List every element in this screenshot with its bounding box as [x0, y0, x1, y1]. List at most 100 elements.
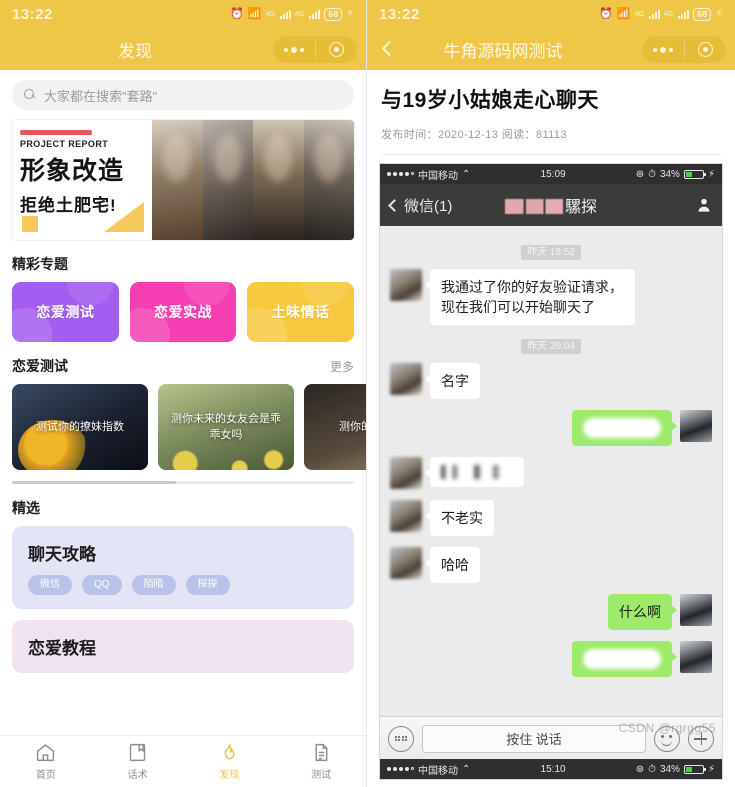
tab-scripts[interactable]: 话术 — [92, 742, 184, 781]
banner-text-block: PROJECT REPORT 形象改造 拒绝土肥宅! — [12, 120, 152, 240]
wechat-back-button[interactable]: 微信(1) — [388, 195, 453, 216]
avatar[interactable] — [680, 594, 712, 626]
tab-label: 测试 — [311, 770, 332, 781]
topic-card-list: 恋爱测试 恋爱实战 土味情话 — [0, 282, 366, 342]
horizontal-scrollbar[interactable] — [12, 481, 354, 484]
wechat-carrier: 中国移动 — [418, 765, 458, 777]
message-row-incoming: 我通过了你的好友验证请求，现在我们可以开始聊天了 — [390, 269, 712, 325]
featured-card-chat-guide[interactable]: 聊天攻略 微信 QQ 陌陌 探探 — [12, 526, 354, 609]
more-link[interactable]: 更多 — [330, 358, 354, 375]
test-card-0[interactable]: 测试你的撩妹指数 — [12, 384, 148, 470]
banner-accent-line — [20, 130, 92, 135]
search-section: 大家都在搜索"套路" — [0, 70, 366, 116]
close-target-icon[interactable] — [316, 42, 358, 57]
alarm-icon: ⏱ — [648, 763, 656, 775]
test-card-1[interactable]: 测你未来的女友会是乖乖女吗 — [158, 384, 294, 470]
message-row-outgoing — [390, 410, 712, 446]
tab-discover[interactable]: 发现 — [184, 742, 276, 781]
message-bubble[interactable]: 我通过了你的好友验证请求，现在我们可以开始聊天了 — [425, 269, 635, 325]
topic-label: 土味情话 — [271, 304, 330, 320]
test-card-2[interactable]: 测你的异性缘 — [304, 384, 366, 470]
miniprogram-capsule[interactable] — [641, 35, 727, 64]
wechat-status-bar: 中国移动 ⌃ 15:09 ⊛ ⏱ 34% ⚡ — [380, 164, 722, 184]
back-button[interactable] — [377, 38, 399, 60]
featured-card-partial[interactable]: 恋爱教程 — [12, 620, 354, 673]
timestamp-text: 昨天 18:52 — [521, 245, 581, 260]
topic-card-0[interactable]: 恋爱测试 — [12, 282, 119, 342]
message-bubble[interactable]: 名字 — [425, 363, 480, 399]
search-input[interactable]: 大家都在搜索"套路" — [12, 80, 354, 110]
more-menu-icon[interactable] — [642, 46, 684, 53]
blurred-content — [441, 465, 513, 479]
network-label-2: 4G — [294, 10, 305, 18]
avatar[interactable] — [390, 547, 422, 579]
test-card-label: 测试你的撩妹指数 — [36, 421, 124, 433]
promo-banner[interactable]: PROJECT REPORT 形象改造 拒绝土肥宅! — [12, 120, 354, 240]
article-content-area: 与19岁小姑娘走心聊天 发布时间：2020-12-13 阅读：81113 中国移… — [367, 70, 735, 787]
banner-photo-strip — [152, 120, 354, 240]
network-label-1: 4G — [265, 10, 275, 18]
hold-to-talk-button[interactable]: 按住 说话 — [422, 724, 646, 753]
search-placeholder: 大家都在搜索"套路" — [44, 88, 158, 104]
banner-photo — [303, 120, 354, 240]
message-bubble[interactable]: 不老实 — [425, 500, 494, 536]
right-status-bar: 13:22 ⏰ 📶 4G 4G 68 ⚡ — [367, 0, 735, 28]
avatar[interactable] — [680, 410, 712, 442]
avatar[interactable] — [680, 641, 712, 673]
tests-section-header: 恋爱测试 更多 — [0, 342, 366, 384]
status-time: 13:22 — [12, 5, 53, 23]
tab-test[interactable]: 测试 — [275, 742, 366, 781]
tab-label: 发现 — [219, 770, 240, 781]
dual-screenshot-container: 13:22 ⏰ 📶 4G 4G 68 ⚡ 发现 大家都在搜索"套路" PROJE… — [0, 0, 735, 787]
avatar[interactable] — [390, 500, 422, 532]
section-title: 精选 — [12, 500, 40, 516]
watermark: CSDN @rgrgg55 — [618, 721, 716, 735]
charging-icon: ⚡ — [707, 763, 715, 775]
topic-card-1[interactable]: 恋爱实战 — [129, 282, 237, 342]
topics-section-header: 精彩专题 — [0, 240, 366, 282]
wifi-icon: ⌃ — [462, 763, 471, 775]
banner-square-deco — [22, 216, 38, 232]
tag-item[interactable]: 探探 — [185, 575, 230, 595]
signal-bars-1 — [648, 9, 660, 19]
battery-icon — [683, 764, 706, 774]
lock-rotation-icon: ⊛ — [635, 168, 645, 180]
avatar[interactable] — [390, 457, 422, 489]
wifi-icon: 📶 — [247, 7, 262, 20]
message-bubble[interactable]: 哈哈 — [425, 547, 480, 583]
wechat-contact-name-text: 騾探 — [564, 199, 597, 216]
lock-rotation-icon: ⊛ — [635, 763, 645, 775]
wechat-back-label: 微信(1) — [404, 197, 453, 215]
featured-card-title: 恋爱教程 — [28, 639, 96, 658]
avatar[interactable] — [390, 269, 422, 301]
topic-card-2[interactable]: 土味情话 — [247, 282, 355, 342]
message-bubble-censored[interactable] — [572, 410, 677, 446]
message-timestamp: 昨天 20:04 — [390, 336, 712, 354]
keyboard-icon[interactable] — [388, 725, 414, 752]
article-divider — [381, 154, 721, 155]
more-menu-icon[interactable] — [273, 46, 315, 53]
signal-dots-icon — [387, 767, 414, 771]
tag-item[interactable]: 微信 — [28, 575, 72, 595]
close-target-icon[interactable] — [685, 42, 727, 57]
section-title: 恋爱测试 — [12, 358, 68, 374]
wechat-battery-pct: 34% — [659, 168, 680, 180]
tag-item[interactable]: 陌陌 — [131, 575, 176, 595]
message-bubble-blurred[interactable] — [425, 457, 524, 487]
avatar[interactable] — [390, 363, 422, 395]
message-bubble-censored[interactable] — [572, 641, 677, 677]
signal-bars-2 — [309, 9, 321, 19]
bottom-tab-bar: 首页 话术 发现 测试 — [0, 735, 366, 787]
tag-item[interactable]: QQ — [82, 575, 122, 595]
home-icon — [37, 744, 55, 762]
person-icon[interactable] — [696, 197, 712, 213]
censored-content — [583, 649, 661, 669]
message-bubble[interactable]: 什么啊 — [608, 594, 677, 630]
miniprogram-capsule[interactable] — [272, 35, 358, 64]
wechat-message-list: 昨天 18:52 我通过了你的好友验证请求，现在我们可以开始聊天了 昨天 20:… — [380, 226, 722, 759]
alarm-icon: ⏱ — [648, 168, 656, 180]
left-phone-screen: 13:22 ⏰ 📶 4G 4G 68 ⚡ 发现 大家都在搜索"套路" PROJE… — [0, 0, 367, 787]
censored-content — [583, 418, 661, 438]
book-icon — [129, 743, 146, 762]
tab-home[interactable]: 首页 — [0, 742, 92, 781]
